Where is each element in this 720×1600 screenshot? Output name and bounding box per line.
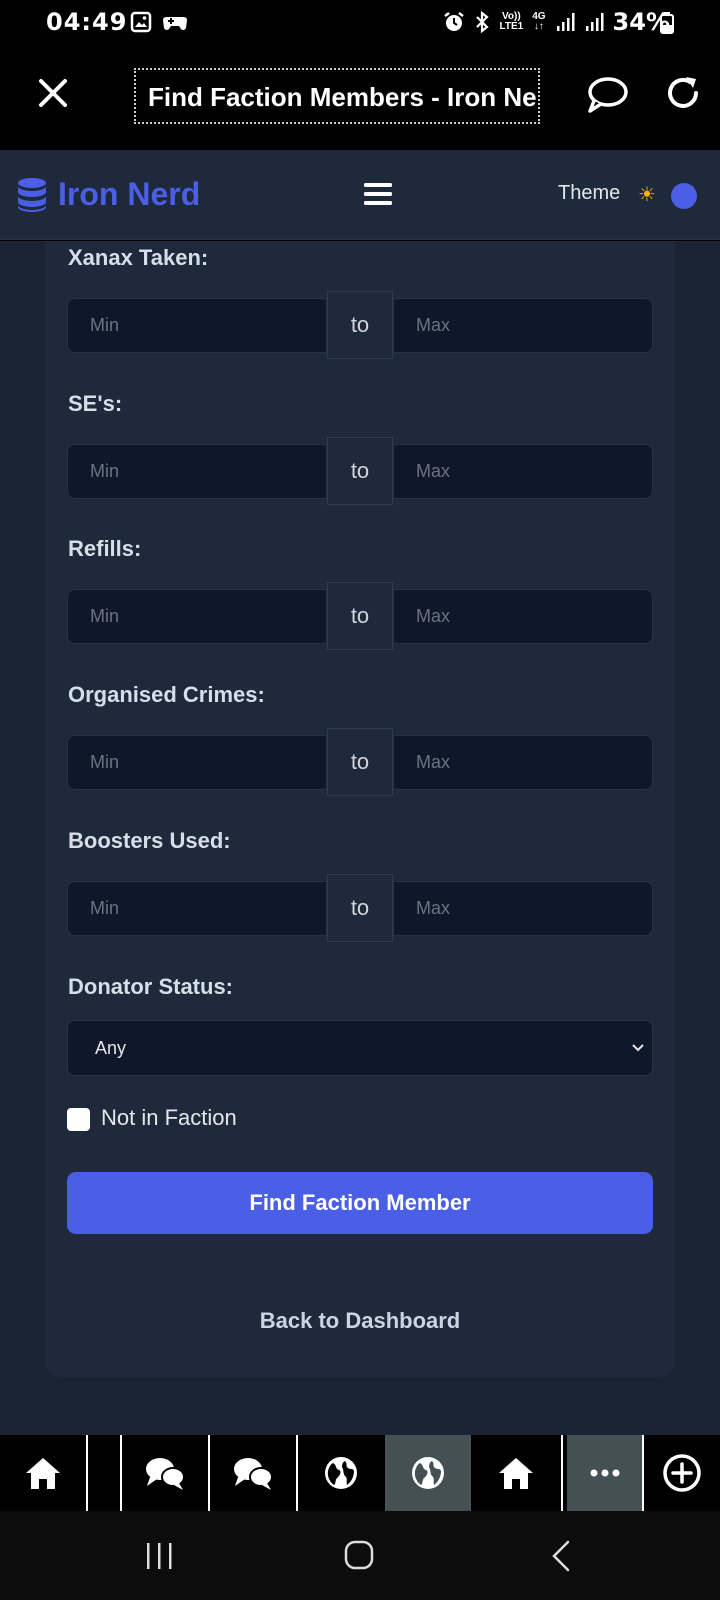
range-xanax: to xyxy=(67,291,653,359)
not-in-faction-checkbox[interactable] xyxy=(67,1108,90,1131)
browser-toolbar: Find Faction Members - Iron Nerd xyxy=(0,46,720,150)
close-icon[interactable] xyxy=(36,76,70,110)
refills-max-input[interactable] xyxy=(393,589,653,644)
range-separator: to xyxy=(327,291,393,359)
network-type: 4G ↓↑ xyxy=(532,11,546,32)
network-indicator: Vo)) LTE1 xyxy=(499,11,524,32)
status-time: 04:49 xyxy=(46,8,128,36)
home-icon xyxy=(499,1458,533,1489)
site-header: Iron Nerd Theme ☀ xyxy=(0,150,720,240)
tab-divider xyxy=(86,1435,88,1511)
sun-icon: ☀ xyxy=(638,184,656,206)
tab-chat[interactable] xyxy=(122,1435,208,1511)
page-title-box[interactable]: Find Faction Members - Iron Nerd xyxy=(134,68,540,124)
chat-bubble-icon[interactable] xyxy=(585,74,629,114)
tab-add[interactable] xyxy=(644,1435,720,1511)
back-icon[interactable] xyxy=(550,1539,572,1573)
range-separator: to xyxy=(327,437,393,505)
image-icon xyxy=(130,11,152,33)
home-circle-icon[interactable] xyxy=(343,1539,375,1571)
range-se: to xyxy=(67,437,653,505)
theme-label: Theme xyxy=(558,182,621,204)
tab-home[interactable] xyxy=(472,1435,560,1511)
range-separator: to xyxy=(327,582,393,650)
page-title: Find Faction Members - Iron Nerd xyxy=(148,82,540,112)
boosters-max-input[interactable] xyxy=(393,881,653,936)
tab-more[interactable] xyxy=(567,1435,642,1511)
status-left-icons xyxy=(130,11,188,33)
brand-link[interactable]: Iron Nerd xyxy=(16,176,200,213)
theme-toggle[interactable] xyxy=(671,183,697,209)
field-label-xanax: Xanax Taken: xyxy=(68,245,209,270)
refresh-icon[interactable] xyxy=(664,74,702,112)
system-navigation-bar xyxy=(0,1511,720,1600)
signal-icon xyxy=(585,13,604,31)
tab-globe[interactable] xyxy=(298,1435,384,1511)
range-refills: to xyxy=(67,582,653,650)
more-icon xyxy=(590,1469,619,1477)
browser-tab-bar xyxy=(0,1435,720,1511)
globe-icon xyxy=(325,1457,357,1489)
se-min-input[interactable] xyxy=(67,444,327,499)
tab-home[interactable] xyxy=(0,1435,86,1511)
range-organised-crimes: to xyxy=(67,728,653,796)
organised-crimes-max-input[interactable] xyxy=(393,735,653,790)
database-icon xyxy=(18,177,46,212)
field-label-organised-crimes: Organised Crimes: xyxy=(68,682,265,707)
organised-crimes-min-input[interactable] xyxy=(67,735,327,790)
refills-min-input[interactable] xyxy=(67,589,327,644)
alarm-icon xyxy=(444,12,465,31)
status-bar: 04:49 Vo)) LTE1 4G ↓↑ 34% xyxy=(0,0,720,46)
range-separator: to xyxy=(327,728,393,796)
chevron-down-icon xyxy=(632,1044,644,1052)
chat-bubbles-icon xyxy=(146,1458,185,1490)
back-to-dashboard-link[interactable]: Back to Dashboard xyxy=(0,1308,720,1334)
not-in-faction-label[interactable]: Not in Faction xyxy=(101,1105,237,1131)
home-icon xyxy=(26,1458,60,1489)
field-label-donator-status: Donator Status: xyxy=(68,974,233,999)
boosters-min-input[interactable] xyxy=(67,881,327,936)
range-boosters: to xyxy=(67,874,653,942)
field-label-boosters: Boosters Used: xyxy=(68,828,231,853)
signal-icon xyxy=(556,13,575,31)
battery-icon xyxy=(660,12,674,34)
donator-status-select[interactable]: Any xyxy=(67,1020,653,1076)
status-right-icons: Vo)) LTE1 4G ↓↑ 34% xyxy=(443,8,670,36)
brand-name: Iron Nerd xyxy=(58,176,201,212)
tab-chat[interactable] xyxy=(210,1435,296,1511)
tab-divider xyxy=(561,1435,563,1511)
add-tab-icon xyxy=(663,1454,701,1492)
game-controller-icon xyxy=(163,17,187,30)
field-label-refills: Refills: xyxy=(68,536,142,561)
field-label-se: SE's: xyxy=(68,391,123,416)
find-faction-member-button[interactable]: Find Faction Member xyxy=(67,1172,653,1234)
range-separator: to xyxy=(327,874,393,942)
tab-globe-active[interactable] xyxy=(385,1435,471,1511)
chat-bubbles-icon xyxy=(234,1458,273,1490)
hamburger-icon[interactable] xyxy=(362,180,394,208)
globe-icon xyxy=(412,1457,444,1489)
recent-apps-icon[interactable] xyxy=(144,1541,174,1571)
bluetooth-icon xyxy=(476,10,490,34)
se-max-input[interactable] xyxy=(393,444,653,499)
xanax-max-input[interactable] xyxy=(393,298,653,353)
donator-status-value: Any xyxy=(95,1037,127,1058)
xanax-min-input[interactable] xyxy=(67,298,327,353)
